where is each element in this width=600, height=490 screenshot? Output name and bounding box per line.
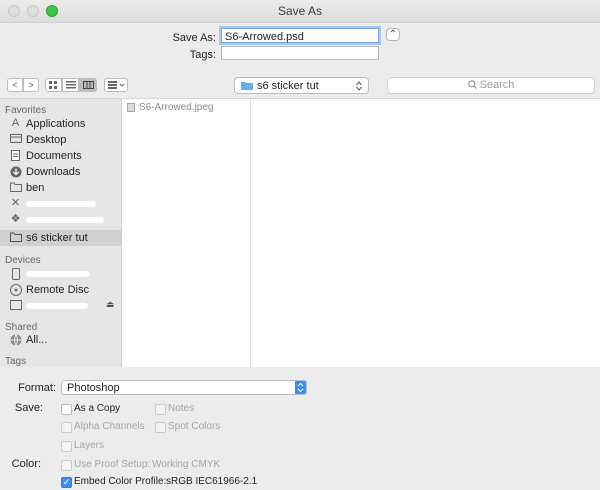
dropbox-icon: ❖ — [10, 213, 21, 225]
devices-heading: Devices — [5, 255, 41, 266]
chevron-updown-icon — [297, 382, 304, 393]
sidebar-item-label: Desktop — [26, 134, 67, 146]
chevron-right-icon: > — [28, 80, 34, 90]
embed-color-profile-checkbox[interactable]: ✓ — [61, 477, 72, 488]
sidebar-item-remote-disc[interactable]: Remote Disc — [0, 282, 121, 298]
proof-setup-value: Working CMYK — [152, 459, 221, 470]
sidebar-item-redacted-1[interactable]: ✕ — [0, 196, 121, 212]
search-input[interactable]: Search — [387, 77, 595, 94]
color-profile-value: sRGB IEC61966-2.1 — [166, 476, 258, 487]
folder-icon — [9, 232, 22, 243]
tags-field[interactable] — [221, 46, 379, 60]
icon-view-button[interactable] — [45, 78, 62, 92]
home-folder-icon — [9, 182, 22, 193]
window-title: Save As — [277, 4, 323, 18]
tags-label: Tags: — [189, 49, 216, 61]
sidebar-item-device-redacted[interactable] — [0, 266, 121, 282]
format-label: Format: — [18, 382, 56, 394]
folder-icon — [241, 82, 253, 90]
redacted-label — [26, 201, 96, 207]
notes-checkbox[interactable] — [155, 404, 166, 415]
phone-icon — [9, 268, 22, 280]
sidebar-item-label: Downloads — [26, 166, 81, 178]
format-value: Photoshop — [67, 382, 120, 394]
sidebar: Favorites A Applications Desktop Documen… — [0, 99, 122, 367]
as-a-copy-checkbox[interactable] — [61, 404, 72, 415]
file-column: S6-Arrowed.jpeg — [122, 99, 251, 367]
redacted-label — [26, 303, 88, 309]
gallery-view-button[interactable] — [104, 78, 128, 92]
sidebar-item-documents[interactable]: Documents — [0, 148, 121, 164]
redacted-label — [26, 217, 104, 223]
back-button[interactable]: < — [7, 78, 23, 92]
as-a-copy-label: As a Copy — [74, 403, 121, 414]
title-bar: Save As — [0, 0, 600, 23]
file-row[interactable]: S6-Arrowed.jpeg — [127, 102, 247, 116]
column-view-icon — [82, 81, 94, 89]
save-as-label: Save As: — [172, 32, 216, 44]
notes-label: Notes — [168, 403, 195, 414]
list-view-button[interactable] — [62, 78, 79, 92]
color-options-label: Color: — [11, 458, 41, 470]
search-placeholder: Search — [479, 79, 515, 91]
layers-label: Layers — [74, 440, 105, 451]
gallery-view-icon — [107, 81, 124, 89]
sidebar-item-label: Documents — [26, 150, 82, 162]
sidebar-item-applications[interactable]: A Applications — [0, 116, 121, 132]
chevron-up-icon: ⌃ — [388, 29, 398, 40]
sidebar-item-all[interactable]: All... — [0, 332, 121, 348]
preview-column — [251, 99, 600, 367]
sidebar-item-dropbox[interactable]: ❖ — [0, 212, 121, 228]
sidebar-item-label: All... — [26, 334, 48, 346]
documents-icon — [9, 150, 22, 161]
icon-view-icon — [49, 81, 57, 89]
file-name: S6-Arrowed.jpeg — [139, 102, 214, 113]
use-proof-setup-checkbox[interactable] — [61, 460, 72, 471]
sidebar-item-s6-sticker-tut[interactable]: s6 sticker tut — [0, 230, 121, 246]
format-options-panel: Format: Photoshop Save: As a Copy Notes … — [0, 371, 600, 490]
layers-checkbox[interactable] — [61, 441, 72, 452]
drive-icon — [9, 300, 22, 311]
chevron-left-icon: < — [12, 80, 18, 90]
spot-colors-checkbox[interactable] — [155, 422, 166, 433]
list-view-icon — [65, 81, 76, 89]
sidebar-item-label: Applications — [26, 118, 86, 130]
column-view-button[interactable] — [79, 78, 97, 92]
location-popup[interactable]: s6 sticker tut — [234, 77, 369, 94]
sidebar-item-ben[interactable]: ben — [0, 180, 121, 196]
location-label: s6 sticker tut — [257, 80, 319, 92]
sidebar-item-label: Remote Disc — [26, 284, 89, 296]
desktop-icon — [9, 134, 22, 145]
downloads-icon — [9, 166, 22, 178]
sidebar-item-label: ben — [26, 182, 45, 194]
use-proof-setup-label: Use Proof Setup: — [74, 459, 151, 470]
sidebar-item-downloads[interactable]: Downloads — [0, 164, 121, 180]
favorites-heading: Favorites — [5, 105, 47, 116]
file-browser: Favorites A Applications Desktop Documen… — [0, 98, 600, 367]
sidebar-item-drive-redacted[interactable]: ⏏ — [0, 298, 121, 314]
popup-stepper[interactable] — [295, 381, 306, 394]
sidebar-item-desktop[interactable]: Desktop — [0, 132, 121, 148]
save-as-field[interactable]: S6-Arrowed.psd — [221, 28, 379, 43]
spot-colors-label: Spot Colors — [168, 421, 221, 432]
save-options-label: Save: — [14, 402, 43, 414]
forward-button[interactable]: > — [23, 78, 39, 92]
format-popup[interactable]: Photoshop — [61, 380, 307, 395]
sidebar-item-label: s6 sticker tut — [26, 232, 88, 244]
embed-color-profile-label: Embed Color Profile: — [74, 476, 167, 487]
alpha-channels-label: Alpha Channels — [74, 421, 145, 432]
image-file-icon — [127, 103, 135, 112]
eject-icon[interactable]: ⏏ — [106, 299, 115, 310]
tags-heading: Tags — [5, 356, 27, 367]
chevron-updown-icon — [356, 81, 362, 91]
search-icon — [467, 80, 477, 89]
redacted-icon: ✕ — [10, 197, 21, 209]
network-icon — [9, 334, 22, 347]
disc-icon — [9, 284, 22, 296]
redacted-label — [26, 271, 90, 277]
applications-icon: A — [11, 117, 20, 129]
alpha-channels-checkbox[interactable] — [61, 422, 72, 433]
collapse-dialog-button[interactable]: ⌃ — [386, 28, 400, 41]
